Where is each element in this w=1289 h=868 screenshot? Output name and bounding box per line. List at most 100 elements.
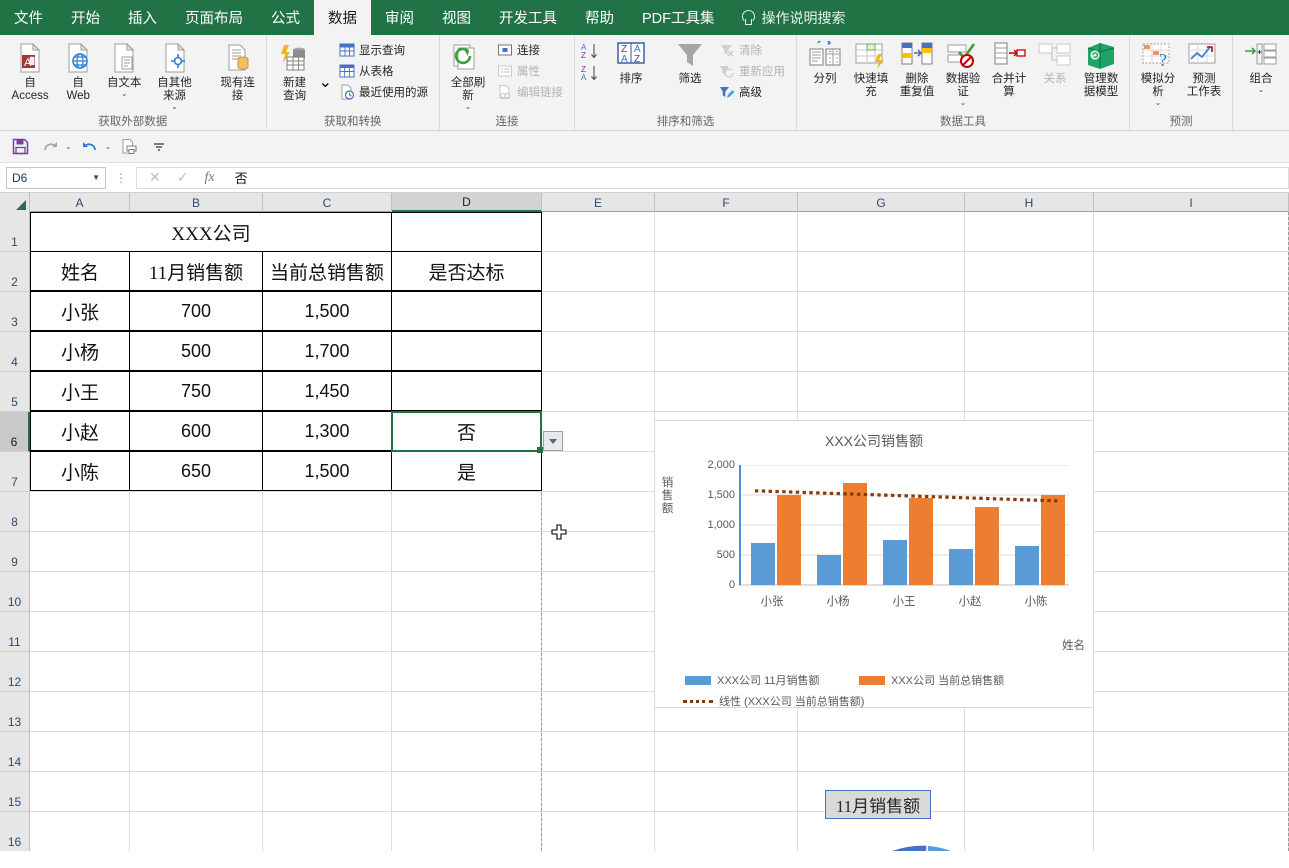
cell-c4[interactable]: 1,700 <box>262 331 392 371</box>
show-queries-button[interactable]: 显示查询 <box>336 41 431 59</box>
row-header-1[interactable]: 1 <box>0 212 30 252</box>
text-to-columns-button[interactable]: 分列 <box>803 37 847 86</box>
cell-d2-header-ok[interactable]: 是否达标 <box>391 251 542 291</box>
cell-c3[interactable]: 1,500 <box>262 291 392 331</box>
cell-a2-header-name[interactable]: 姓名 <box>30 251 130 291</box>
row-header-14[interactable]: 14 <box>0 732 30 772</box>
save-button[interactable] <box>8 136 32 158</box>
cell-d5[interactable] <box>391 371 542 411</box>
remove-duplicates-button[interactable]: 删除 重复值 <box>895 37 939 99</box>
chevron-down-icon[interactable]: ▼ <box>92 173 100 182</box>
chevron-down-icon[interactable]: ⌄ <box>465 103 472 111</box>
connections-button[interactable]: 连接 <box>494 41 566 59</box>
tab-formulas[interactable]: 公式 <box>257 0 314 35</box>
flash-fill-button[interactable]: 快速填充 <box>849 37 893 99</box>
sort-button[interactable]: Z A A Z 排序 <box>609 37 653 86</box>
cell-d1[interactable] <box>391 212 542 252</box>
cell-b6[interactable]: 600 <box>129 411 263 451</box>
cell-a3[interactable]: 小张 <box>30 291 130 331</box>
column-header-f[interactable]: F <box>655 193 798 212</box>
manage-data-model-button[interactable]: 管理数 据模型 <box>1079 37 1123 99</box>
sort-za-icon[interactable]: Z A <box>581 64 607 82</box>
from-table-button[interactable]: 从表格 <box>336 62 431 80</box>
tab-developer[interactable]: 开发工具 <box>485 0 571 35</box>
legend-item-total[interactable]: XXX公司 当前总销售额 <box>859 672 1004 688</box>
redo-button[interactable] <box>38 136 62 158</box>
data-validation-button[interactable]: 数据验 证 ⌄ <box>941 37 985 107</box>
cell-b4[interactable]: 500 <box>129 331 263 371</box>
column-header-d[interactable]: D <box>392 193 542 212</box>
cell-c6[interactable]: 1,300 <box>262 411 392 451</box>
tell-me-search[interactable]: 操作说明搜索 <box>729 0 858 35</box>
from-web-button[interactable]: 自 Web <box>56 37 100 103</box>
confirm-edit-icon[interactable]: ✓ <box>177 169 189 186</box>
column-header-b[interactable]: B <box>130 193 263 212</box>
chevron-down-icon[interactable]: ⌄ <box>319 72 332 92</box>
chevron-down-icon[interactable]: ⌄ <box>960 99 967 107</box>
what-if-analysis-button[interactable]: ? 模拟分析 ⌄ <box>1136 37 1180 107</box>
row-header-12[interactable]: 12 <box>0 652 30 692</box>
row-header-7[interactable]: 7 <box>0 452 30 492</box>
chevron-down-icon[interactable]: ⌄ <box>1258 86 1265 94</box>
row-header-13[interactable]: 13 <box>0 692 30 732</box>
tab-data[interactable]: 数据 <box>314 0 371 35</box>
column-header-h[interactable]: H <box>965 193 1094 212</box>
pie-chart-title[interactable]: 11月销售额 <box>825 790 931 819</box>
print-preview-button[interactable] <box>117 136 141 158</box>
group-button[interactable]: 组合 ⌄ <box>1239 37 1283 94</box>
cell-a4[interactable]: 小杨 <box>30 331 130 371</box>
cell-d4[interactable] <box>391 331 542 371</box>
cell-a5[interactable]: 小王 <box>30 371 130 411</box>
row-header-15[interactable]: 15 <box>0 772 30 812</box>
cell-d6-active[interactable]: 否 <box>391 411 542 451</box>
cell-b5[interactable]: 750 <box>129 371 263 411</box>
row-header-8[interactable]: 8 <box>0 492 30 532</box>
column-header-i[interactable]: I <box>1094 193 1289 212</box>
row-header-16[interactable]: 16 <box>0 812 30 851</box>
row-header-2[interactable]: 2 <box>0 252 30 292</box>
from-text-button[interactable]: 自文本 ⌄ <box>102 37 146 98</box>
tab-file[interactable]: 文件 <box>0 0 57 35</box>
legend-item-nov[interactable]: XXX公司 11月销售额 <box>685 672 820 688</box>
row-header-4[interactable]: 4 <box>0 332 30 372</box>
data-validation-dropdown-arrow[interactable] <box>543 431 563 451</box>
cell-a6[interactable]: 小赵 <box>30 411 130 451</box>
new-query-button[interactable]: 新建 查询 <box>273 37 317 103</box>
undo-button[interactable] <box>78 136 102 158</box>
customize-qat-button[interactable] <box>147 136 171 158</box>
row-header-9[interactable]: 9 <box>0 532 30 572</box>
cell-a7[interactable]: 小陈 <box>30 451 130 491</box>
cell-title-merged[interactable]: XXX公司 <box>30 212 392 252</box>
cell-c7[interactable]: 1,500 <box>262 451 392 491</box>
cell-d3[interactable] <box>391 291 542 331</box>
cell-b7[interactable]: 650 <box>129 451 263 491</box>
cell-c5[interactable]: 1,450 <box>262 371 392 411</box>
tab-help[interactable]: 帮助 <box>571 0 628 35</box>
refresh-all-button[interactable]: 全部刷新 ⌄ <box>446 37 490 111</box>
bar-chart[interactable]: XXX公司销售额 销售额 姓名 2,000 1,500 1,000 500 0 <box>654 420 1094 708</box>
row-header-5[interactable]: 5 <box>0 372 30 412</box>
chevron-down-icon[interactable]: ⌄ <box>121 90 128 98</box>
consolidate-button[interactable]: 合并计算 <box>987 37 1031 99</box>
tab-view[interactable]: 视图 <box>428 0 485 35</box>
existing-connections-button[interactable]: 现有连接 <box>216 37 260 103</box>
cell-b2-header-nov[interactable]: 11月销售额 <box>129 251 263 291</box>
chevron-down-icon[interactable]: ⌄ <box>1155 99 1162 107</box>
tab-review[interactable]: 审阅 <box>371 0 428 35</box>
forecast-sheet-button[interactable]: 预测 工作表 <box>1182 37 1226 99</box>
pie-chart[interactable] <box>823 835 1031 851</box>
row-header-3[interactable]: 3 <box>0 292 30 332</box>
insert-function-icon[interactable]: fx <box>204 170 214 186</box>
tab-home[interactable]: 开始 <box>57 0 114 35</box>
legend-item-trendline[interactable]: 线性 (XXX公司 当前总销售额) <box>683 693 864 709</box>
tab-pdf-tools[interactable]: PDF工具集 <box>628 0 729 35</box>
name-box[interactable]: D6 ▼ <box>6 166 106 189</box>
column-header-c[interactable]: C <box>263 193 392 212</box>
tab-page-layout[interactable]: 页面布局 <box>171 0 257 35</box>
from-access-button[interactable]: A 自 Access <box>6 37 54 103</box>
row-header-10[interactable]: 10 <box>0 572 30 612</box>
row-header-6[interactable]: 6 <box>0 412 30 452</box>
column-header-a[interactable]: A <box>30 193 130 212</box>
cell-c2-header-total[interactable]: 当前总销售额 <box>262 251 392 291</box>
column-header-g[interactable]: G <box>798 193 965 212</box>
